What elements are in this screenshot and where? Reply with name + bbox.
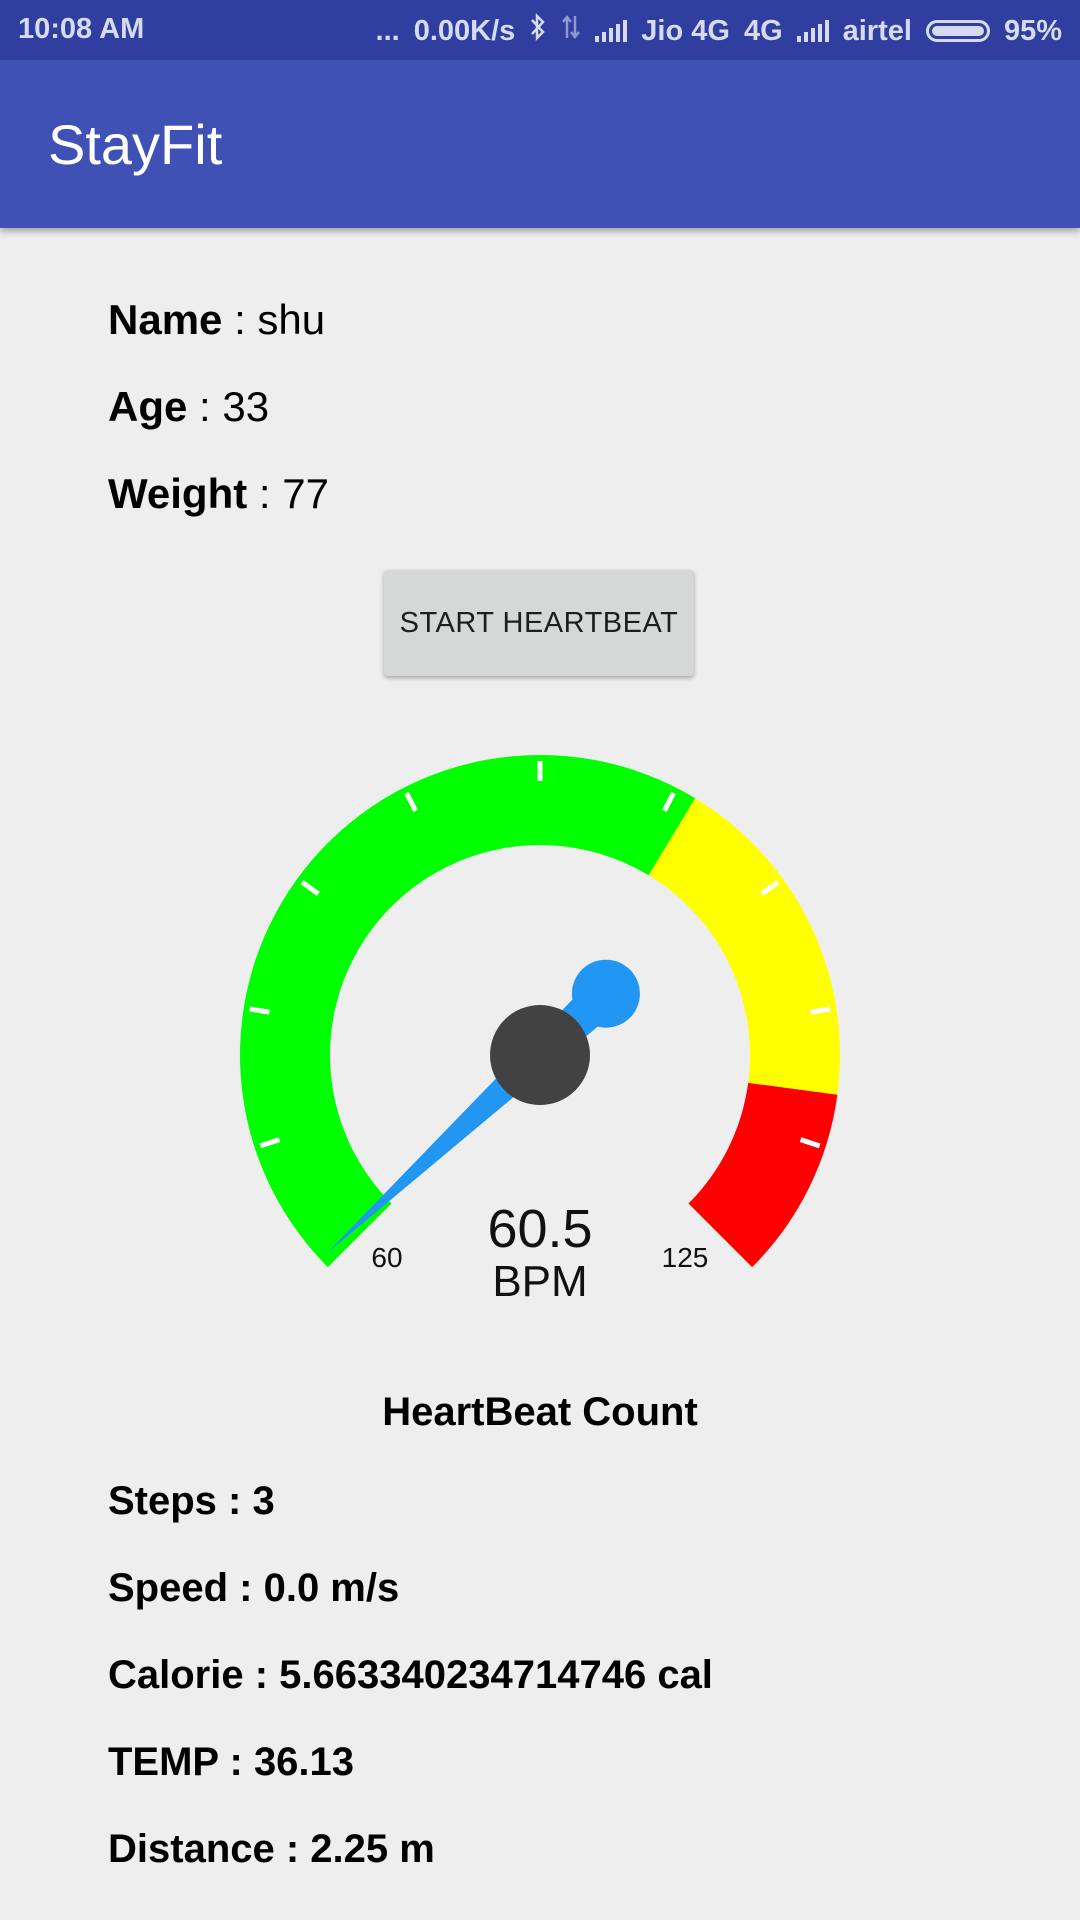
name-row: Name : shu <box>108 296 325 344</box>
gauge-max-label: 125 <box>662 1242 709 1273</box>
age-label: Age <box>108 383 188 430</box>
status-time: 10:08 AM <box>18 13 145 45</box>
gauge-hub <box>490 1005 590 1105</box>
battery-percent: 95% <box>1003 14 1062 47</box>
gauge-needle-tip <box>571 959 640 1028</box>
temp-text: TEMP : 36.13 <box>108 1740 355 1784</box>
steps-text: Steps : 3 <box>108 1479 275 1523</box>
age-value: : 33 <box>187 383 270 430</box>
network-speed: 0.00K/s <box>413 14 516 47</box>
name-label: Name <box>108 296 223 343</box>
data-transfer-icon <box>561 14 581 48</box>
carrier-1: Jio 4G <box>641 14 730 47</box>
weight-label: Weight <box>108 470 248 517</box>
status-icons: ... 0.00K/s Jio 4G 4G airtel 95% <box>375 12 1062 49</box>
gauge-tick <box>810 1006 831 1015</box>
gauge-min-label: 60 <box>371 1242 402 1273</box>
app-bar: StayFit <box>0 60 1080 228</box>
gauge-value: 60.5 <box>487 1199 592 1259</box>
bluetooth-icon <box>529 12 547 49</box>
heartbeat-count-title: HeartBeat Count <box>382 1390 698 1434</box>
app-title: StayFit <box>48 113 223 176</box>
battery-icon <box>925 20 990 42</box>
weight-value: : 77 <box>247 470 329 517</box>
signal-icon <box>595 20 628 42</box>
overflow-dots-icon: ... <box>375 14 400 47</box>
speed-text: Speed : 0.0 m/s <box>108 1566 400 1610</box>
gauge-zone-1 <box>648 798 840 1095</box>
weight-row: Weight : 77 <box>108 470 329 518</box>
gauge-zone-2 <box>688 1082 838 1268</box>
gauge-tick <box>249 1006 270 1015</box>
gauge-unit: BPM <box>492 1257 587 1306</box>
carrier-2: airtel <box>842 14 912 47</box>
start-heartbeat-button[interactable]: START HEARTBEAT <box>384 570 694 676</box>
name-value: : shu <box>222 296 326 343</box>
signal-icon <box>796 20 829 42</box>
network-type: 4G <box>743 14 783 47</box>
age-row: Age : 33 <box>108 383 269 431</box>
calorie-text: Calorie : 5.663340234714746 cal <box>108 1653 713 1697</box>
heartbeat-gauge: 60 125 60.5 BPM <box>239 754 840 1306</box>
status-bar: 10:08 AM ... 0.00K/s Jio 4G 4G airtel 95… <box>0 0 1080 60</box>
distance-text: Distance : 2.25 m <box>108 1827 435 1871</box>
